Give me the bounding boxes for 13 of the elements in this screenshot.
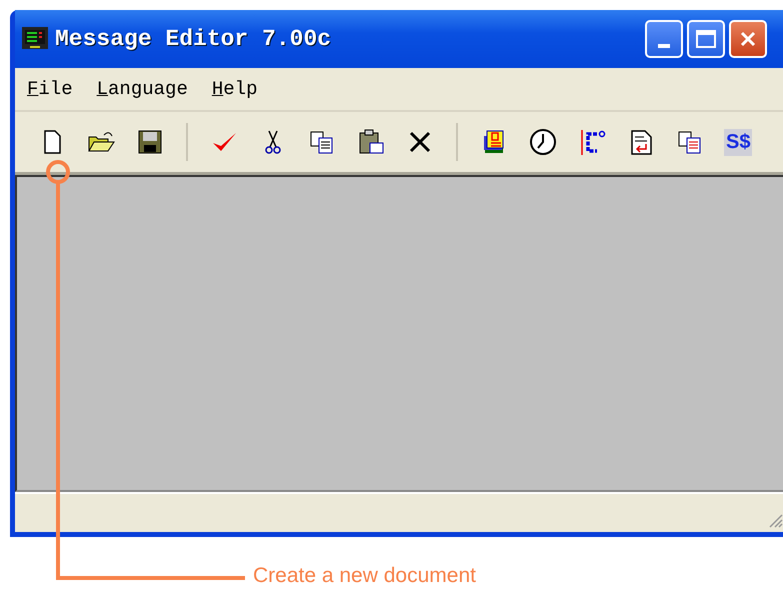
monitor-icon [21,26,49,52]
menu-item[interactable]: Language [96,78,188,100]
resize-grip-icon[interactable] [767,512,783,528]
window-title: Message Editor 7.00c [55,26,332,52]
close-button[interactable] [729,20,767,58]
menu-item[interactable]: File [27,78,73,100]
menu-item[interactable]: Help [212,78,258,100]
clock-icon[interactable] [528,127,558,157]
minimize-button[interactable] [645,20,683,58]
maximize-button[interactable] [687,20,725,58]
callout-text: Create a new document [253,564,476,588]
toolbar-button[interactable]: S$ [724,128,752,156]
close-icon [738,29,758,49]
